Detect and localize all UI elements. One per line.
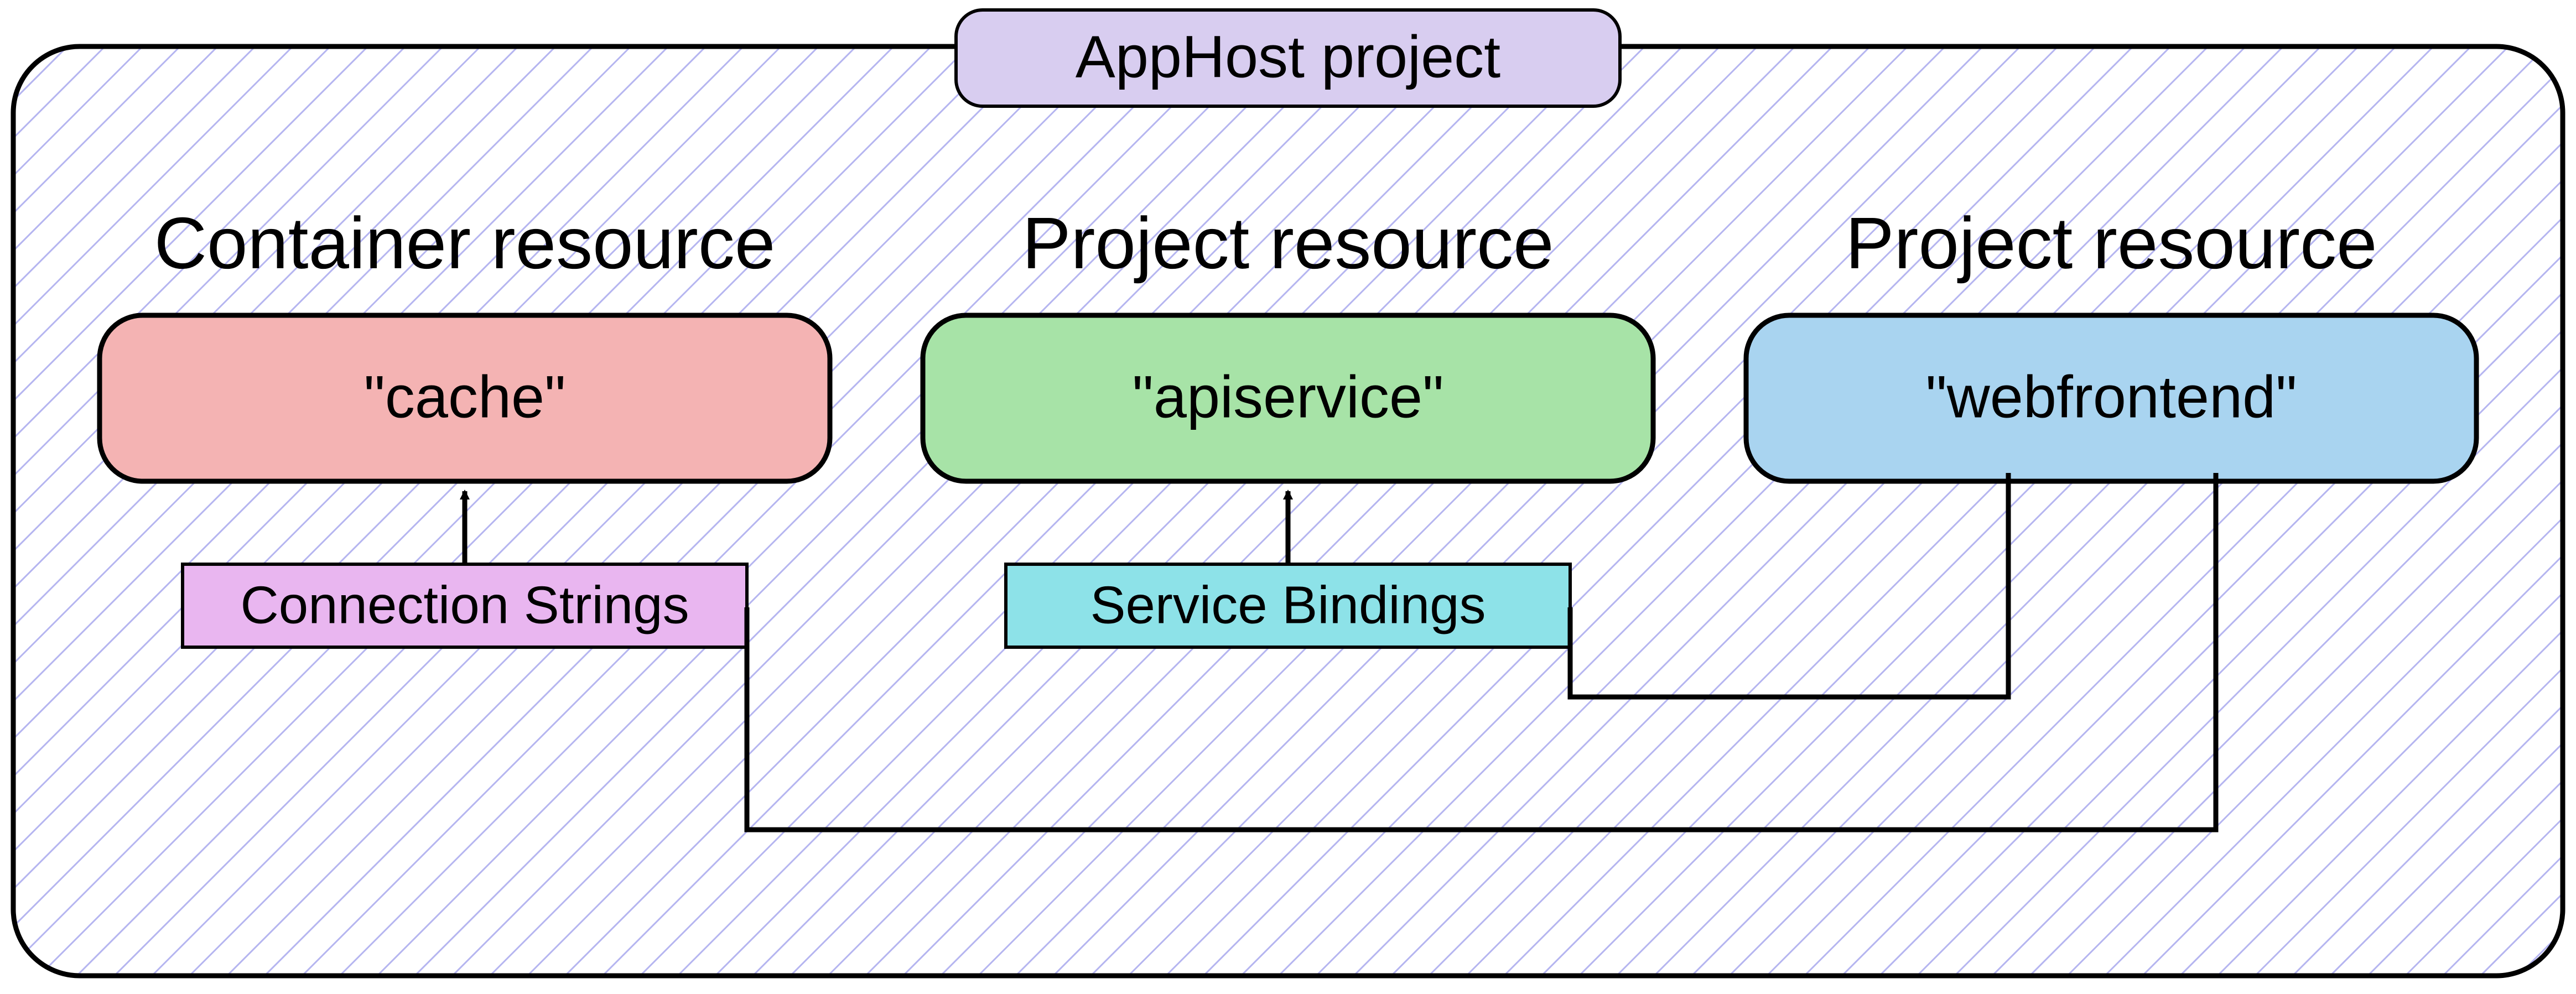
- resource-webfrontend-group: Project resource "webfrontend": [1746, 202, 2476, 481]
- tag-connection-strings-label: Connection Strings: [240, 575, 689, 634]
- diagram-svg: AppHost project Container resource "cach…: [0, 0, 2576, 994]
- resource-webfrontend-heading: Project resource: [1845, 202, 2377, 284]
- resource-cache-heading: Container resource: [154, 202, 776, 284]
- resource-apiservice-heading: Project resource: [1022, 202, 1554, 284]
- tag-connection-strings-group: Connection Strings: [183, 564, 747, 647]
- tag-service-bindings-label: Service Bindings: [1090, 575, 1486, 634]
- diagram-canvas: AppHost project Container resource "cach…: [0, 0, 2576, 994]
- apphost-title-box: AppHost project: [956, 10, 1620, 106]
- resource-apiservice-group: Project resource "apiservice": [923, 202, 1653, 481]
- resource-cache-group: Container resource "cache": [100, 202, 830, 481]
- apphost-title-label: AppHost project: [1076, 23, 1500, 90]
- resource-cache-label: "cache": [364, 363, 566, 430]
- tag-service-bindings-group: Service Bindings: [1006, 564, 1570, 647]
- resource-apiservice-label: "apiservice": [1133, 363, 1444, 430]
- resource-webfrontend-label: "webfrontend": [1925, 363, 2297, 430]
